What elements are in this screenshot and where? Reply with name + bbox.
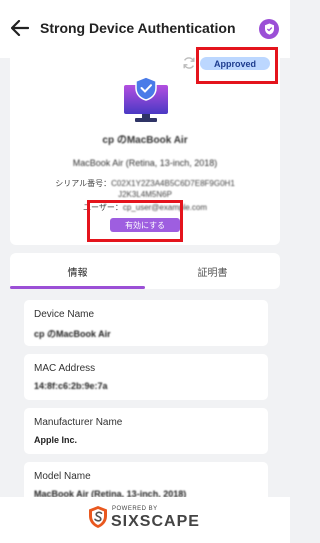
field-label: Device Name	[34, 309, 95, 320]
device-model: MacBook Air (Retina, 13-inch, 2018)	[72, 158, 218, 168]
powered-by-label: POWERED BY	[112, 506, 158, 512]
field-label: Manufacturer Name	[34, 417, 123, 428]
enable-button-highlight-box	[87, 200, 183, 242]
detail-tabs: 情報 証明書	[10, 253, 280, 289]
serial-number: シリアル番号：C02X1Y2Z3A4B5C6D7E8F9G0H1	[10, 178, 280, 189]
shield-badge-icon	[264, 23, 274, 35]
device-name: cp のMacBook Air	[102, 135, 188, 146]
field-mac-address: MAC Address 14:8f:c6:2b:9e:7a	[24, 354, 268, 400]
field-manufacturer-name: Manufacturer Name Apple Inc.	[24, 408, 268, 454]
active-tab-indicator	[10, 286, 145, 289]
back-button[interactable]	[10, 18, 30, 38]
arrow-left-icon	[11, 20, 29, 36]
header-badge-button[interactable]	[259, 19, 279, 39]
sixscape-logo-icon	[89, 506, 107, 528]
field-device-name: Device Name cp のMacBook Air	[24, 300, 268, 346]
footer: POWERED BY SIXSCAPE	[0, 497, 290, 543]
status-highlight-box	[196, 47, 278, 84]
tab-certificate[interactable]: 証明書	[145, 253, 280, 289]
field-value: Apple Inc.	[34, 435, 78, 445]
page-title: Strong Device Authentication	[40, 20, 236, 36]
monitor-shield-icon	[124, 76, 168, 122]
refresh-icon[interactable]	[182, 56, 196, 70]
brand-name: SIXSCAPE	[111, 513, 200, 530]
tab-info[interactable]: 情報	[10, 253, 145, 289]
serial-value: C02X1Y2Z3A4B5C6D7E8F9G0H1	[111, 179, 235, 188]
field-value: 14:8f:c6:2b:9e:7a	[34, 381, 108, 391]
serial-label: シリアル番号：	[55, 179, 112, 188]
field-label: Model Name	[34, 471, 91, 482]
serial-value-continued: J2K3L4M5N6P	[118, 190, 172, 199]
field-value: cp のMacBook Air	[34, 329, 111, 339]
field-label: MAC Address	[34, 363, 96, 374]
